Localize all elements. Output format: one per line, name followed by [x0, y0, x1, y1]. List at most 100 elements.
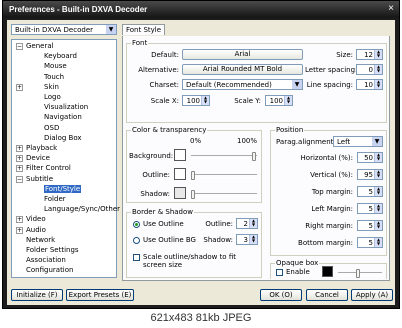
- filter-select[interactable]: Built-in DXVA Decoder ▼: [11, 24, 117, 35]
- tree-item[interactable]: Skin: [44, 83, 59, 91]
- spin-arrows-icon[interactable]: ▲ ▼: [374, 80, 382, 89]
- tree-item[interactable]: Keyboard: [44, 52, 77, 60]
- tree-item[interactable]: Subtitle: [26, 175, 53, 183]
- scale-x-spin[interactable]: 100 ▲ ▼: [182, 95, 210, 106]
- spin-arrows-icon[interactable]: ▲ ▼: [249, 219, 257, 228]
- title-bar[interactable]: Preferences - Built-in DXVA Decoder ×: [3, 1, 399, 18]
- collapse-icon[interactable]: −: [16, 175, 23, 183]
- scale-y-spin[interactable]: 100 ▲ ▼: [265, 95, 293, 106]
- expand-icon[interactable]: +: [16, 145, 23, 152]
- opaque-enable-checkbox[interactable]: [276, 269, 283, 276]
- tree-item[interactable]: Playback: [26, 144, 57, 152]
- spin-arrows-icon[interactable]: ▲ ▼: [374, 153, 382, 162]
- left-margin-spin[interactable]: 5 ▲ ▼: [357, 203, 383, 214]
- ok-button[interactable]: OK (O): [260, 289, 302, 301]
- expand-icon[interactable]: +: [16, 226, 23, 234]
- tree-item[interactable]: Folder Settings: [26, 246, 79, 254]
- right-margin-value: 5: [368, 222, 373, 230]
- alternative-font-button[interactable]: Arial Rounded MT Bold: [182, 64, 303, 75]
- charset-select[interactable]: Default (Recommended) ▼: [182, 79, 303, 90]
- scale-outline-checkbox[interactable]: [133, 254, 140, 261]
- tree-item[interactable]: Font/Style: [44, 184, 82, 193]
- top-margin-spin[interactable]: 5 ▲ ▼: [357, 186, 383, 197]
- apply-button[interactable]: Apply (A): [351, 289, 393, 301]
- export-presets-button[interactable]: Export Presets (E): [66, 289, 134, 301]
- tree-item[interactable]: General: [26, 42, 54, 50]
- outline-color-label: Outline:: [142, 171, 170, 179]
- opaque-slider-thumb[interactable]: [356, 269, 360, 278]
- tree-item[interactable]: Network: [26, 236, 55, 244]
- spin-arrows-icon[interactable]: ▲ ▼: [374, 50, 382, 59]
- outline-color-swatch[interactable]: [174, 168, 186, 180]
- horizontal-spin[interactable]: 50 ▲ ▼: [357, 152, 383, 163]
- letter-spacing-spin[interactable]: 0 ▲ ▼: [356, 64, 383, 75]
- opaque-slider[interactable]: [338, 269, 382, 278]
- parag-alignment-value: Left: [337, 138, 351, 146]
- background-slider[interactable]: [191, 152, 257, 161]
- tree-item[interactable]: Video: [26, 215, 46, 223]
- percent-min-label: 0%: [190, 137, 202, 145]
- settings-tree[interactable]: − General Keyboard Mouse Touch + Skin Logo Visua…: [11, 39, 120, 278]
- collapse-icon[interactable]: −: [16, 43, 23, 50]
- close-icon[interactable]: ×: [388, 3, 394, 14]
- tree-item[interactable]: Dialog Box: [44, 134, 82, 142]
- use-outline-radio[interactable]: [133, 221, 140, 228]
- shadow-slider-thumb[interactable]: [191, 190, 195, 199]
- bottom-margin-spin[interactable]: 5 ▲ ▼: [357, 237, 383, 248]
- expand-icon[interactable]: +: [16, 216, 23, 224]
- tree-item[interactable]: Device: [26, 154, 50, 162]
- initialize-button[interactable]: Initialize (F): [11, 289, 63, 301]
- tree-item[interactable]: Visualization: [44, 103, 88, 111]
- spin-arrows-icon[interactable]: ▲ ▼: [201, 96, 209, 105]
- spin-arrows-icon[interactable]: ▲ ▼: [374, 204, 382, 213]
- use-outline-bg-radio[interactable]: [133, 237, 140, 244]
- cancel-button[interactable]: Cancel: [306, 289, 348, 301]
- background-color-swatch[interactable]: [174, 149, 186, 161]
- tree-item[interactable]: Mouse: [44, 62, 67, 70]
- tree-item[interactable]: Navigation: [44, 113, 82, 121]
- size-spin[interactable]: 12 ▲ ▼: [356, 49, 383, 60]
- expand-icon[interactable]: +: [16, 165, 23, 173]
- tree-item[interactable]: Touch: [44, 73, 64, 81]
- shadow-color-swatch[interactable]: [174, 187, 186, 199]
- line-spacing-spin[interactable]: 10 ▲ ▼: [356, 79, 383, 90]
- vertical-spin[interactable]: 95 ▲ ▼: [357, 169, 383, 180]
- outline-width-spin[interactable]: 2 ▲ ▼: [236, 218, 258, 229]
- expand-icon[interactable]: +: [16, 83, 23, 91]
- top-margin-label: Top margin:: [311, 188, 353, 196]
- letter-spacing-label: Letter spacing:: [305, 66, 358, 74]
- shadow-width-spin[interactable]: 3 ▲ ▼: [236, 234, 258, 245]
- spin-arrows-icon[interactable]: ▲ ▼: [374, 221, 382, 230]
- spin-arrows-icon[interactable]: ▲ ▼: [374, 187, 382, 196]
- top-margin-value: 5: [368, 188, 373, 196]
- font-group: Font Default: Arial Alternative: Arial R…: [126, 39, 387, 123]
- tree-item[interactable]: Language/Sync/Other: [44, 205, 120, 213]
- outline-width-value: 2: [243, 220, 248, 228]
- spin-arrows-icon[interactable]: ▲ ▼: [284, 96, 292, 105]
- scale-x-label: Scale X:: [150, 97, 179, 105]
- spin-arrows-icon[interactable]: ▲ ▼: [374, 170, 382, 179]
- opaque-color-swatch[interactable]: [322, 266, 333, 277]
- scale-y-label: Scale Y:: [234, 97, 261, 105]
- spin-arrows-icon[interactable]: ▲ ▼: [249, 235, 257, 244]
- tree-item[interactable]: Audio: [26, 226, 46, 234]
- spin-arrows-icon[interactable]: ▲ ▼: [374, 238, 382, 247]
- opaque-box-group: Opaque box Enable: [270, 259, 387, 279]
- outline-slider-thumb[interactable]: [191, 171, 195, 180]
- position-group: Position Parag.alignment: Left ▼ Horizon…: [270, 126, 387, 256]
- tree-item[interactable]: Folder: [44, 195, 66, 203]
- background-slider-thumb[interactable]: [252, 152, 256, 161]
- tab-font-style[interactable]: Font Style: [122, 24, 166, 35]
- tree-item[interactable]: Configuration: [26, 266, 73, 274]
- tree-item[interactable]: Association: [26, 256, 66, 264]
- spin-arrows-icon[interactable]: ▲ ▼: [374, 65, 382, 74]
- parag-alignment-select[interactable]: Left ▼: [333, 136, 383, 147]
- right-margin-spin[interactable]: 5 ▲ ▼: [357, 220, 383, 231]
- default-font-button[interactable]: Arial: [182, 49, 303, 60]
- expand-icon[interactable]: +: [16, 155, 23, 163]
- outline-slider[interactable]: [191, 171, 257, 180]
- tree-item[interactable]: Filter Control: [26, 164, 71, 172]
- tree-item[interactable]: OSD: [44, 124, 59, 132]
- shadow-slider[interactable]: [191, 190, 257, 199]
- tree-item[interactable]: Logo: [44, 93, 61, 101]
